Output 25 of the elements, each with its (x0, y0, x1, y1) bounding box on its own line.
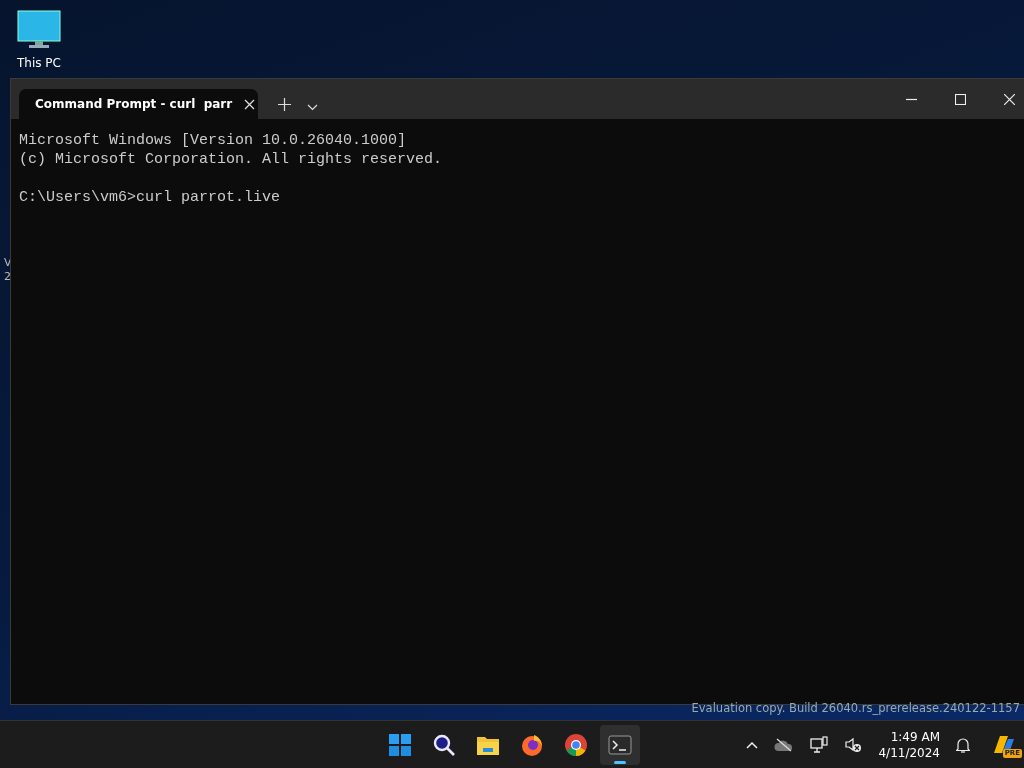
terminal-icon (608, 733, 632, 757)
clock-button[interactable]: 1:49 AM 4/11/2024 (874, 725, 944, 765)
close-icon (244, 98, 256, 110)
console-line: Microsoft Windows [Version 10.0.26040.1000] (19, 131, 408, 150)
evaluation-notice: Evaluation copy. Build 26040.rs_prerelease.240122-1157 (691, 700, 1020, 717)
monitor-icon[interactable] (17, 10, 61, 50)
chrome-icon (564, 733, 588, 757)
desktop-icon-label: This PC (17, 55, 61, 72)
tab[interactable]: Command Prompt - curl parr (19, 89, 258, 119)
bell-icon (956, 737, 970, 753)
search-icon (432, 733, 456, 757)
firefox-icon (520, 733, 544, 757)
cloud-off-icon (774, 738, 795, 752)
console-line: (c) Microsoft Corporation. All rights reserved. (19, 150, 444, 169)
windows-logo-icon (388, 733, 412, 757)
taskbar-button[interactable] (600, 725, 640, 765)
chevron-up-icon (746, 741, 759, 749)
speaker-muted-icon (844, 737, 863, 753)
network-icon (810, 736, 829, 754)
maximize-icon (955, 93, 966, 105)
plus-icon (278, 98, 291, 111)
console-line: C:\Users\vm6>curl parrot.live (19, 188, 282, 207)
chevron-down-icon (307, 104, 318, 111)
text-fragment: 2 (4, 270, 12, 284)
close-icon (1004, 93, 1015, 105)
